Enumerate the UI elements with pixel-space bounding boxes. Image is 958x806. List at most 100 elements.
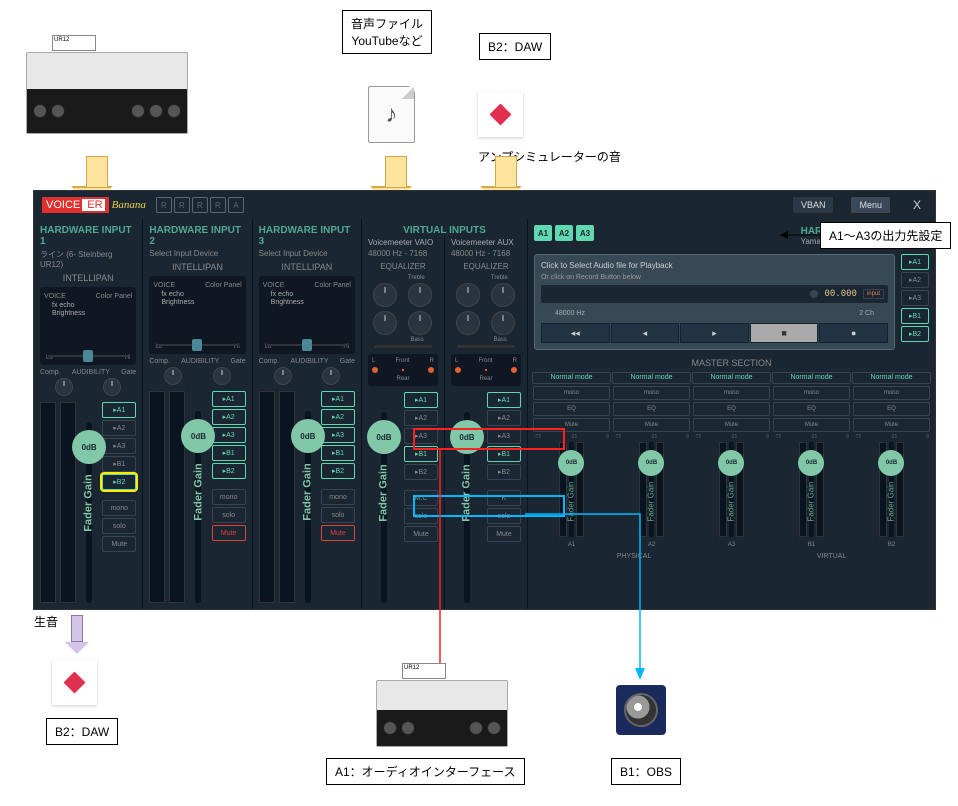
route-b2[interactable]: ▸B2 — [212, 463, 246, 479]
hw1-title[interactable]: HARDWARE INPUT 1 — [40, 225, 136, 247]
eq-knob[interactable] — [456, 311, 480, 335]
route-b1[interactable]: ▸B1 — [321, 445, 355, 461]
tape-b1[interactable]: ▸B1 — [901, 308, 929, 324]
fader[interactable]: 0dBFader Gain — [299, 391, 317, 603]
route-a1[interactable]: ▸A1 — [404, 392, 438, 408]
mute-button[interactable]: Mute — [102, 536, 136, 552]
mute-button[interactable]: Mute — [693, 418, 770, 432]
vban-button[interactable]: VBAN — [792, 196, 835, 214]
mute-button[interactable]: Mute — [773, 418, 850, 432]
solo-button[interactable]: solo — [487, 508, 521, 524]
fader[interactable]: 0dBFader Gain — [189, 391, 207, 603]
mc-button[interactable]: M.C — [404, 490, 438, 506]
mono-button[interactable]: mono — [693, 386, 770, 400]
mute-button[interactable]: Mute — [853, 418, 930, 432]
hw2-device[interactable]: Select Input Device — [149, 249, 245, 258]
gate-knob[interactable] — [322, 367, 340, 385]
k-button[interactable]: K — [487, 490, 521, 506]
route-a2[interactable]: ▸A2 — [487, 410, 521, 426]
route-a2[interactable]: ▸A2 — [102, 420, 136, 436]
mode-button[interactable]: Normal mode — [772, 372, 851, 384]
fader[interactable]: 0dBFader Gain — [368, 392, 400, 603]
eq-knob[interactable] — [408, 311, 432, 335]
solo-button[interactable]: solo — [404, 508, 438, 524]
route-b1[interactable]: ▸B1 — [487, 446, 521, 462]
solo-button[interactable]: solo — [321, 507, 355, 523]
mute-button[interactable]: Mute — [321, 525, 355, 541]
route-a2[interactable]: ▸A2 — [212, 409, 246, 425]
out-a2[interactable]: A2 — [555, 225, 573, 241]
mute-button[interactable]: Mute — [613, 418, 690, 432]
mute-button[interactable]: Mute — [404, 526, 438, 542]
route-b2[interactable]: ▸B2 — [321, 463, 355, 479]
comp-knob[interactable] — [55, 378, 73, 396]
tape-b2[interactable]: ▸B2 — [901, 326, 929, 342]
hw3-device[interactable]: Select Input Device — [259, 249, 355, 258]
tape-message[interactable]: Click to Select Audio file for Playback — [541, 261, 888, 270]
close-button[interactable]: X — [907, 195, 927, 215]
master-fader[interactable]: 0dBFader Gain — [534, 442, 609, 537]
route-b2[interactable]: ▸B2 — [102, 474, 136, 490]
route-a1[interactable]: ▸A1 — [102, 402, 136, 418]
eq-button[interactable]: EQ — [533, 402, 610, 416]
mute-button[interactable]: Mute — [533, 418, 610, 432]
comp-knob[interactable] — [274, 367, 292, 385]
hw2-title[interactable]: HARDWARE INPUT 2 — [149, 225, 245, 247]
eq-button[interactable]: EQ — [853, 402, 930, 416]
route-b1[interactable]: ▸B1 — [212, 445, 246, 461]
tape-input-badge[interactable]: input — [863, 289, 884, 299]
tape-a2[interactable]: ▸A2 — [901, 272, 929, 288]
route-a1[interactable]: ▸A1 — [321, 391, 355, 407]
fader[interactable]: 0dBFader Gain — [80, 402, 98, 603]
route-b1[interactable]: ▸B1 — [404, 446, 438, 462]
master-fader[interactable]: 0dBFader Gain — [614, 442, 689, 537]
master-fader[interactable]: 0dBFader Gain — [694, 442, 769, 537]
tape-a1[interactable]: ▸A1 — [901, 254, 929, 270]
comp-knob[interactable] — [164, 367, 182, 385]
route-b2[interactable]: ▸B2 — [487, 464, 521, 480]
mode-button[interactable]: Normal mode — [852, 372, 931, 384]
route-a3[interactable]: ▸A3 — [487, 428, 521, 444]
stop-button[interactable]: ■ — [750, 323, 819, 343]
hw1-device[interactable]: ライン (6- Steinberg UR12) — [40, 249, 136, 269]
route-a1[interactable]: ▸A1 — [487, 392, 521, 408]
fader[interactable]: 0dBFader Gain — [451, 392, 483, 603]
route-a3[interactable]: ▸A3 — [102, 438, 136, 454]
out-a3[interactable]: A3 — [576, 225, 594, 241]
mode-button[interactable]: Normal mode — [612, 372, 691, 384]
mono-button[interactable]: mono — [773, 386, 850, 400]
hw3-title[interactable]: HARDWARE INPUT 3 — [259, 225, 355, 247]
intellipan-panel[interactable]: VOICEColor Panel fx echoBrightness LoHi — [259, 276, 355, 354]
route-a3[interactable]: ▸A3 — [321, 427, 355, 443]
mode-button[interactable]: Normal mode — [532, 372, 611, 384]
solo-button[interactable]: solo — [212, 507, 246, 523]
gate-knob[interactable] — [213, 367, 231, 385]
mute-button[interactable]: Mute — [212, 525, 246, 541]
mono-button[interactable]: mono — [853, 386, 930, 400]
eq-knob[interactable] — [408, 283, 432, 307]
mono-button[interactable]: mono — [533, 386, 610, 400]
mono-button[interactable]: mono — [212, 489, 246, 505]
eq-knob[interactable] — [456, 283, 480, 307]
intellipan-panel[interactable]: VOICEColor Panel fx echoBrightness LoHi — [149, 276, 245, 354]
mono-button[interactable]: mono — [102, 500, 136, 516]
intellipan-panel[interactable]: VOICEColor Panel fx echoBrightness LoHi — [40, 287, 136, 365]
route-a3[interactable]: ▸A3 — [212, 427, 246, 443]
eq-button[interactable]: EQ — [773, 402, 850, 416]
mode-button[interactable]: Normal mode — [692, 372, 771, 384]
tape-a3[interactable]: ▸A3 — [901, 290, 929, 306]
out-a1[interactable]: A1 — [534, 225, 552, 241]
eq-button[interactable]: EQ — [693, 402, 770, 416]
lr-panel[interactable]: LFrontR Rear — [368, 354, 438, 386]
lr-panel[interactable]: LFrontR Rear — [451, 354, 521, 386]
route-a1[interactable]: ▸A1 — [212, 391, 246, 407]
gate-knob[interactable] — [103, 378, 121, 396]
eq-knob[interactable] — [373, 311, 397, 335]
mono-button[interactable]: mono — [321, 489, 355, 505]
record-button[interactable]: ● — [819, 323, 888, 343]
rewind-button[interactable]: ◂◂ — [541, 323, 610, 343]
eq-knob[interactable] — [373, 283, 397, 307]
back-button[interactable]: ◂ — [611, 323, 680, 343]
solo-button[interactable]: solo — [102, 518, 136, 534]
mute-button[interactable]: Mute — [487, 526, 521, 542]
